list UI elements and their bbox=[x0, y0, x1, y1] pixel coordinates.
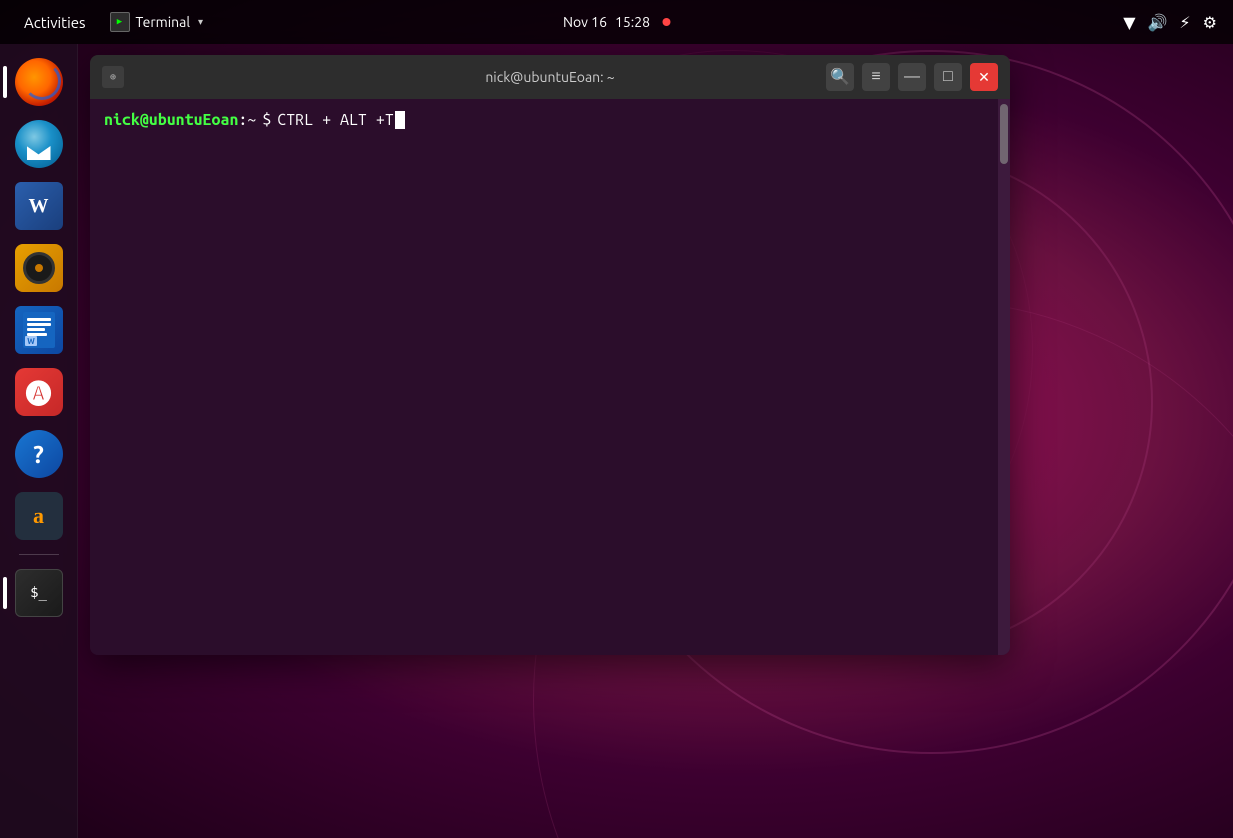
app-dropdown-arrow: ▾ bbox=[198, 16, 203, 28]
rhythmbox-inner bbox=[23, 252, 55, 284]
topbar-time: 15:28 bbox=[615, 14, 650, 30]
dock-item-amazon[interactable]: a bbox=[11, 488, 67, 544]
topbar: Activities ▶ Terminal ▾ Nov 16 15:28 ▼ 🔊… bbox=[0, 0, 1233, 44]
lo-writer2-icon: W bbox=[15, 306, 63, 354]
terminal-dock-icon: $_ bbox=[15, 569, 63, 617]
tray-sound-icon[interactable]: 🔊 bbox=[1148, 13, 1168, 32]
terminal-window-title: nick@ubuntuEoan: ~ bbox=[485, 69, 614, 85]
dock-item-rhythmbox[interactable] bbox=[11, 240, 67, 296]
terminal-menu-button[interactable]: ≡ bbox=[862, 63, 890, 91]
terminal-command-text: CTRL + ALT + bbox=[277, 111, 385, 129]
dock-item-help[interactable]: ? bbox=[11, 426, 67, 482]
dock-item-terminal[interactable]: $_ bbox=[11, 565, 67, 621]
terminal-new-tab-icon[interactable]: ⊕ bbox=[102, 66, 124, 88]
topbar-right: ▼ 🔊 ⚡ ⚙ bbox=[1123, 13, 1217, 32]
terminal-content[interactable]: nick@ubuntuEoan :~ $ CTRL + ALT + T bbox=[90, 99, 998, 655]
activities-button[interactable]: Activities bbox=[16, 10, 94, 35]
prompt-dollar: $ bbox=[262, 111, 271, 129]
dock-item-thunderbird[interactable] bbox=[11, 116, 67, 172]
tray-power-icon[interactable]: ⚡ bbox=[1179, 13, 1190, 32]
thunderbird-icon bbox=[15, 120, 63, 168]
dock-item-lo-writer[interactable] bbox=[11, 178, 67, 234]
rhythmbox-icon bbox=[15, 244, 63, 292]
topbar-clock-area: Nov 16 15:28 bbox=[563, 14, 670, 30]
dock-item-appstore[interactable]: 🅐 bbox=[11, 364, 67, 420]
dock: W 🅐 ? a $_ bbox=[0, 44, 78, 838]
terminal-scrollbar-thumb[interactable] bbox=[1000, 104, 1008, 164]
terminal-app-icon: ▶ bbox=[110, 12, 130, 32]
topbar-date: Nov 16 bbox=[563, 14, 607, 30]
terminal-titlebar: ⊕ nick@ubuntuEoan: ~ 🔍 ≡ — □ ✕ bbox=[90, 55, 1010, 99]
firefox-icon bbox=[15, 58, 63, 106]
terminal-window: ⊕ nick@ubuntuEoan: ~ 🔍 ≡ — □ ✕ nick@ubun… bbox=[90, 55, 1010, 655]
terminal-maximize-button[interactable]: □ bbox=[934, 63, 962, 91]
topbar-left: Activities ▶ Terminal ▾ bbox=[16, 10, 203, 35]
writer-icon bbox=[15, 182, 63, 230]
current-app-label: Terminal bbox=[136, 14, 191, 30]
terminal-search-button[interactable]: 🔍 bbox=[826, 63, 854, 91]
terminal-command-cursor-char: T bbox=[385, 111, 394, 129]
appstore-icon: 🅐 bbox=[15, 368, 63, 416]
terminal-minimize-button[interactable]: — bbox=[898, 63, 926, 91]
amazon-icon: a bbox=[15, 492, 63, 540]
tray-settings-icon[interactable]: ⚙ bbox=[1203, 13, 1217, 32]
terminal-body[interactable]: nick@ubuntuEoan :~ $ CTRL + ALT + T bbox=[90, 99, 1010, 655]
terminal-window-controls: 🔍 ≡ — □ ✕ bbox=[826, 63, 998, 91]
terminal-prompt-line: nick@ubuntuEoan :~ $ CTRL + ALT + T bbox=[104, 111, 984, 129]
dock-item-lo-writer2[interactable]: W bbox=[11, 302, 67, 358]
terminal-cursor bbox=[395, 111, 405, 129]
prompt-path: :~ bbox=[238, 111, 256, 129]
prompt-user: nick@ubuntuEoan bbox=[104, 111, 238, 129]
dock-separator bbox=[19, 554, 59, 555]
svg-text:W: W bbox=[27, 337, 35, 346]
help-icon: ? bbox=[15, 430, 63, 478]
terminal-close-button[interactable]: ✕ bbox=[970, 63, 998, 91]
app-name-menu[interactable]: ▶ Terminal ▾ bbox=[110, 12, 204, 32]
tray-network-icon[interactable]: ▼ bbox=[1123, 13, 1135, 32]
terminal-scrollbar[interactable] bbox=[998, 99, 1010, 655]
dock-item-firefox[interactable] bbox=[11, 54, 67, 110]
notification-dot bbox=[662, 18, 670, 26]
